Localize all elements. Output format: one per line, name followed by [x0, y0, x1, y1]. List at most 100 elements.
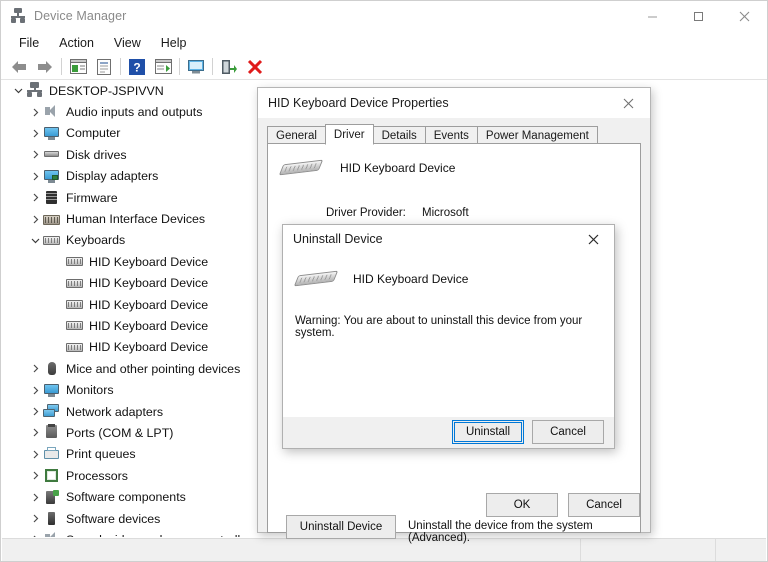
enable-device-icon[interactable]: [216, 55, 242, 79]
properties-tabs: General Driver Details Events Power Mana…: [267, 124, 641, 145]
back-icon[interactable]: [6, 55, 32, 79]
forward-icon[interactable]: [32, 55, 58, 79]
window-title: Device Manager: [34, 9, 127, 23]
show-hide-console-tree-icon[interactable]: [65, 55, 91, 79]
uninstall-cancel-button[interactable]: Cancel: [532, 420, 604, 444]
keyboard-icon: [66, 296, 83, 313]
menu-help[interactable]: Help: [151, 34, 197, 52]
tree-label: Network adapters: [66, 404, 164, 419]
properties-close-button[interactable]: [606, 88, 650, 118]
chevron-right-icon[interactable]: [27, 529, 43, 537]
tree-label: HID Keyboard Device: [89, 340, 209, 355]
properties-footer: OK Cancel: [258, 482, 650, 533]
keyboard-icon: [43, 232, 60, 249]
network-icon: [43, 403, 60, 420]
uninstall-dialog-title: Uninstall Device: [293, 232, 383, 246]
software-device-icon: [43, 510, 60, 527]
keyboard-icon: [66, 253, 83, 270]
device-manager-icon: [10, 8, 26, 24]
tree-label: HID Keyboard Device: [89, 276, 209, 291]
disk-icon: [43, 146, 60, 163]
chevron-right-icon[interactable]: [27, 166, 43, 187]
device-name: HID Keyboard Device: [340, 161, 456, 175]
chevron-right-icon[interactable]: [27, 102, 43, 123]
tree-label: Mice and other pointing devices: [66, 361, 241, 376]
menu-view[interactable]: View: [104, 34, 151, 52]
chevron-right-icon[interactable]: [27, 144, 43, 165]
toolbar-separator: [120, 58, 121, 75]
speaker-icon: [43, 104, 60, 121]
close-button[interactable]: [721, 1, 767, 31]
uninstall-dialog-close-button[interactable]: [572, 225, 614, 253]
uninstall-confirm-button[interactable]: Uninstall: [452, 420, 524, 444]
help-icon[interactable]: ?: [124, 55, 150, 79]
minimize-button[interactable]: [629, 1, 675, 31]
uninstall-dialog-titlebar: Uninstall Device: [283, 225, 614, 253]
uninstall-warning-text: Warning: You are about to uninstall this…: [295, 315, 583, 339]
scan-for-hardware-changes-icon[interactable]: [150, 55, 176, 79]
menu-file[interactable]: File: [9, 34, 49, 52]
monitor-icon: [43, 125, 60, 142]
properties-titlebar: HID Keyboard Device Properties: [258, 88, 650, 118]
driver-provider-label: Driver Provider:: [326, 207, 406, 219]
tree-label: Sound, video and game controllers: [66, 533, 258, 537]
svg-text:?: ?: [133, 60, 140, 74]
tree-label: Ports (COM & LPT): [66, 425, 174, 440]
tree-label: Computer: [66, 126, 121, 141]
menu-action[interactable]: Action: [49, 34, 104, 52]
toolbar: ?: [1, 54, 767, 80]
tree-label: Print queues: [66, 447, 136, 462]
maximize-button[interactable]: [675, 1, 721, 31]
statusbar: [2, 538, 766, 561]
tree-label: Human Interface Devices: [66, 212, 206, 227]
tree-label: HID Keyboard Device: [89, 297, 209, 312]
tab-driver[interactable]: Driver: [324, 124, 374, 145]
tree-label: DESKTOP-JSPIVVN: [49, 83, 164, 98]
tab-power-management[interactable]: Power Management: [476, 126, 598, 144]
chip-icon: [43, 189, 60, 206]
tab-general[interactable]: General: [267, 126, 326, 144]
chevron-right-icon[interactable]: [27, 380, 43, 401]
uninstall-device-dialog: Uninstall Device HID Keyboard Device War…: [282, 224, 615, 449]
chevron-right-icon[interactable]: [27, 508, 43, 529]
chevron-down-icon[interactable]: [27, 230, 43, 251]
speaker-icon: [43, 531, 60, 537]
device-header: HID Keyboard Device: [278, 158, 456, 178]
tree-label: Processors: [66, 468, 128, 483]
cancel-button[interactable]: Cancel: [568, 493, 640, 517]
chevron-right-icon[interactable]: [27, 123, 43, 144]
chevron-right-icon[interactable]: [27, 401, 43, 422]
tree-label: Display adapters: [66, 169, 159, 184]
driver-provider-value: Microsoft: [422, 207, 469, 219]
chevron-right-icon[interactable]: [27, 444, 43, 465]
uninstall-device-name: HID Keyboard Device: [353, 272, 469, 286]
properties-icon[interactable]: [91, 55, 117, 79]
tab-events[interactable]: Events: [424, 126, 478, 144]
computer-icon: [26, 82, 43, 99]
window-titlebar: Device Manager: [1, 1, 767, 31]
software-component-icon: [43, 489, 60, 506]
chevron-right-icon[interactable]: [27, 465, 43, 486]
chevron-right-icon[interactable]: [27, 187, 43, 208]
driver-provider-row: Driver Provider: Microsoft: [326, 207, 469, 219]
printer-icon: [43, 446, 60, 463]
toolbar-separator: [179, 58, 180, 75]
tab-details[interactable]: Details: [372, 126, 426, 144]
tree-label: Monitors: [66, 383, 114, 398]
window-controls: [629, 1, 767, 31]
update-driver-icon[interactable]: [183, 55, 209, 79]
port-icon: [43, 424, 60, 441]
keyboard-icon: [66, 339, 83, 356]
chevron-right-icon[interactable]: [27, 358, 43, 379]
tree-label: Audio inputs and outputs: [66, 105, 203, 120]
chevron-right-icon[interactable]: [27, 209, 43, 230]
uninstall-device-icon[interactable]: [242, 55, 268, 79]
mouse-icon: [43, 360, 60, 377]
ok-button[interactable]: OK: [486, 493, 558, 517]
keyboard-icon: [278, 158, 324, 178]
chevron-right-icon[interactable]: [27, 487, 43, 508]
chevron-down-icon[interactable]: [10, 80, 26, 101]
toolbar-separator: [212, 58, 213, 75]
tree-label: HID Keyboard Device: [89, 254, 209, 269]
chevron-right-icon[interactable]: [27, 422, 43, 443]
